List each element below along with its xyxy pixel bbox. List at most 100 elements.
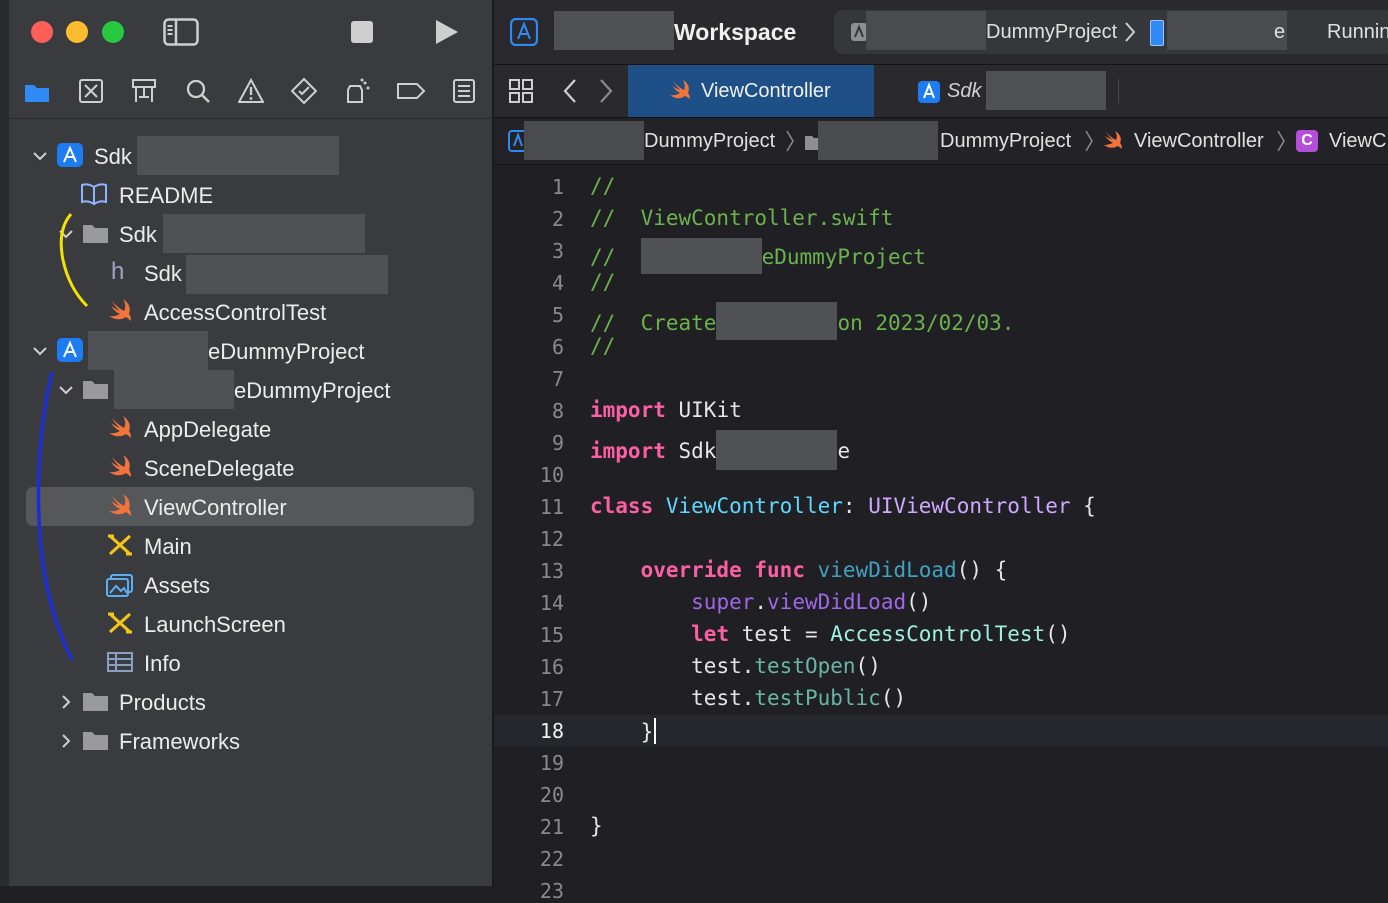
test-icon[interactable] bbox=[291, 78, 317, 104]
tab-sdk[interactable]: Sdk bbox=[947, 80, 981, 103]
redaction bbox=[866, 11, 986, 50]
code-token: override bbox=[640, 558, 742, 582]
code-token: e bbox=[837, 439, 851, 463]
chevron-right-icon[interactable] bbox=[58, 694, 74, 710]
symbol-icon[interactable] bbox=[131, 78, 157, 104]
line-number: 23 bbox=[539, 879, 564, 903]
line-number: 15 bbox=[539, 623, 564, 647]
tree-item-readme[interactable]: README bbox=[26, 175, 474, 214]
line-number: 13 bbox=[539, 559, 564, 583]
code-token: () bbox=[855, 654, 881, 678]
code-token: () bbox=[906, 590, 932, 614]
tree-item-app-delegate[interactable]: AppDelegate bbox=[26, 409, 474, 448]
code-token: let bbox=[691, 622, 730, 646]
tree-item-label: README bbox=[119, 183, 214, 208]
code-token: () bbox=[1045, 622, 1071, 646]
code-line-6: // bbox=[590, 334, 616, 358]
zoom-window-button[interactable] bbox=[102, 21, 124, 43]
run-icon[interactable] bbox=[432, 18, 460, 46]
breakpoint-icon[interactable] bbox=[396, 78, 426, 104]
window-titlebar bbox=[9, 0, 492, 64]
tab-view-controller[interactable]: ViewController bbox=[628, 65, 874, 117]
chevron-down-icon[interactable] bbox=[32, 343, 48, 359]
line-number: 8 bbox=[551, 399, 564, 423]
redaction bbox=[716, 430, 838, 470]
chevron-down-icon[interactable] bbox=[32, 148, 48, 164]
code-token: . bbox=[741, 686, 755, 710]
tree-item-label: Sdk bbox=[144, 261, 182, 286]
storyboard-icon bbox=[108, 534, 132, 556]
jumpbar-file[interactable]: ViewController bbox=[1134, 130, 1264, 153]
swift-file-icon bbox=[1104, 131, 1122, 149]
tree-item-label: AppDelegate bbox=[144, 417, 272, 442]
code-line-3: // eDummyProject bbox=[590, 238, 926, 274]
search-icon[interactable] bbox=[185, 78, 211, 104]
code-token: // bbox=[590, 245, 641, 269]
xcode-project-icon bbox=[57, 338, 83, 362]
navigator-panel: Sdk README Sdk h Sdk AccessControlTest e… bbox=[0, 0, 494, 886]
header-file-icon: h bbox=[111, 258, 125, 285]
line-number: 9 bbox=[551, 431, 564, 455]
grid-icon[interactable] bbox=[508, 78, 534, 104]
storyboard-icon bbox=[108, 612, 132, 634]
chevron-right-icon bbox=[1277, 130, 1285, 152]
tree-item-dummy-folder[interactable]: eDummyProject bbox=[26, 370, 474, 409]
tree-item-main[interactable]: Main bbox=[26, 526, 474, 565]
code-line-9: import Sdk e bbox=[590, 430, 850, 470]
code-line-11: class ViewController: UIViewController { bbox=[590, 494, 1096, 518]
tree-item-label: Info bbox=[144, 651, 181, 676]
code-token: test = bbox=[741, 622, 818, 646]
tree-item-frameworks[interactable]: Frameworks bbox=[26, 721, 474, 760]
tree-item-assets[interactable]: Assets bbox=[26, 565, 474, 604]
tree-item-label: SceneDelegate bbox=[144, 456, 295, 481]
line-number: 1 bbox=[551, 175, 564, 199]
jumpbar-project[interactable]: DummyProject bbox=[644, 130, 775, 153]
swift-file-icon bbox=[670, 80, 690, 99]
line-number: 21 bbox=[539, 815, 564, 839]
tab-bar: ViewController Sdk bbox=[494, 65, 1388, 118]
tree-item-view-controller[interactable]: ViewController bbox=[26, 487, 474, 526]
line-number: 3 bbox=[551, 239, 564, 263]
tree-item-products[interactable]: Products bbox=[26, 682, 474, 721]
back-icon[interactable] bbox=[562, 78, 578, 104]
asset-catalog-icon bbox=[106, 574, 133, 597]
code-token: test bbox=[691, 686, 742, 710]
code-token: testOpen bbox=[754, 654, 856, 678]
forward-icon[interactable] bbox=[598, 78, 614, 104]
code-token: class bbox=[590, 494, 654, 518]
tree-item-label: Main bbox=[144, 534, 192, 559]
tree-item-label: Frameworks bbox=[119, 729, 241, 754]
line-number: 6 bbox=[551, 335, 564, 359]
code-token: : bbox=[842, 494, 856, 518]
warning-icon[interactable] bbox=[238, 78, 264, 104]
code-token: eDummyProject bbox=[761, 245, 926, 269]
device-icon bbox=[1150, 20, 1164, 46]
code-editor[interactable]: 1 2 3 4 5 6 7 8 9 10 11 12 13 14 15 16 1… bbox=[494, 166, 1388, 903]
tree-item-label: Sdk bbox=[119, 222, 157, 247]
tree-item-label: Assets bbox=[144, 573, 211, 598]
line-number: 19 bbox=[539, 751, 564, 775]
line-number: 4 bbox=[551, 271, 564, 295]
jumpbar-folder[interactable]: DummyProject bbox=[940, 130, 1071, 153]
editor-area: Workspace DummyProject e Runnin ViewCont… bbox=[494, 0, 1388, 903]
debug-icon[interactable] bbox=[344, 78, 370, 104]
line-number: 12 bbox=[539, 527, 564, 551]
tree-item-info[interactable]: Info bbox=[26, 643, 474, 682]
chevron-right-icon[interactable] bbox=[58, 733, 74, 749]
tree-item-sdk-project[interactable]: Sdk bbox=[26, 136, 474, 175]
minimize-window-button[interactable] bbox=[66, 21, 88, 43]
tree-item-label: Products bbox=[119, 690, 206, 715]
close-window-button[interactable] bbox=[31, 21, 53, 43]
sidebar-toggle-icon[interactable] bbox=[163, 18, 199, 46]
tree-item-dummy-project[interactable]: eDummyProject bbox=[26, 331, 474, 370]
tree-item-launch-screen[interactable]: LaunchScreen bbox=[26, 604, 474, 643]
report-icon[interactable] bbox=[451, 78, 477, 104]
stop-icon[interactable] bbox=[351, 21, 373, 43]
jumpbar-symbol[interactable]: ViewC bbox=[1329, 130, 1386, 153]
xcode-project-icon bbox=[57, 143, 83, 167]
tree-item-label: eDummyProject bbox=[208, 339, 365, 364]
tree-item-scene-delegate[interactable]: SceneDelegate bbox=[26, 448, 474, 487]
source-control-icon[interactable] bbox=[78, 78, 104, 104]
folder-icon bbox=[83, 693, 108, 711]
folder-icon[interactable] bbox=[24, 78, 50, 104]
